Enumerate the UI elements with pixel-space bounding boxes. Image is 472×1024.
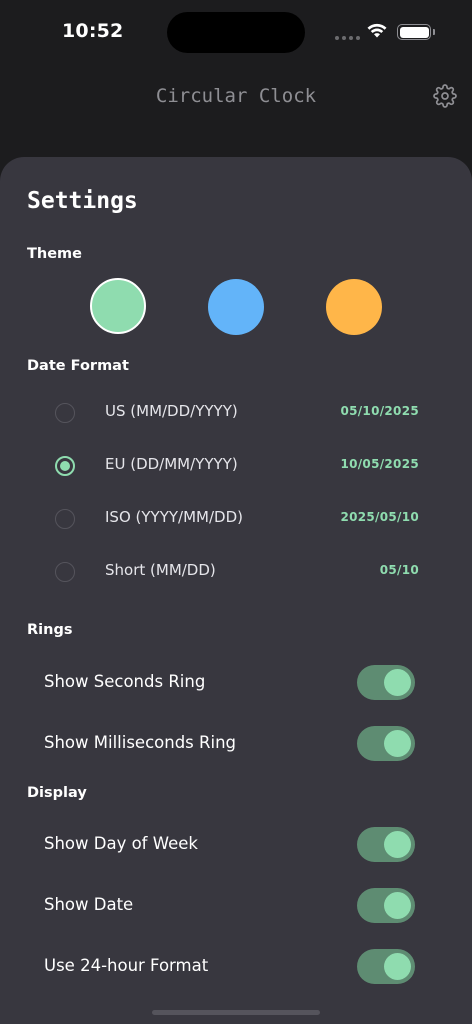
- theme-swatch-green[interactable]: [90, 278, 146, 334]
- display-section-label: Display: [27, 785, 87, 801]
- screen: 10:52 Circular Clock Settings Theme Date…: [0, 0, 472, 1024]
- theme-swatch-blue[interactable]: [208, 279, 264, 335]
- date-format-option-eu[interactable]: EU (DD/MM/YYYY) 10/05/2025: [0, 445, 472, 485]
- radio-button-selected[interactable]: [55, 456, 75, 476]
- seconds-ring-toggle[interactable]: [357, 665, 415, 700]
- 24-hour-format-toggle[interactable]: [357, 949, 415, 984]
- toggle-row-seconds-ring: Show Seconds Ring: [0, 662, 472, 702]
- wifi-icon: [367, 23, 387, 38]
- date-preview: 2025/05/10: [340, 510, 419, 524]
- toggle-row-show-date: Show Date: [0, 885, 472, 925]
- toggle-label: Show Date: [44, 895, 134, 914]
- milliseconds-ring-toggle[interactable]: [357, 726, 415, 761]
- toggle-label: Use 24-hour Format: [44, 956, 209, 975]
- radio-button[interactable]: [55, 509, 75, 529]
- toggle-knob: [384, 730, 411, 757]
- radio-label: EU (DD/MM/YYYY): [105, 455, 238, 473]
- status-time: 10:52: [62, 20, 124, 42]
- date-format-option-us[interactable]: US (MM/DD/YYYY) 05/10/2025: [0, 392, 472, 432]
- radio-button[interactable]: [55, 403, 75, 423]
- toggle-label: Show Day of Week: [44, 834, 198, 853]
- dynamic-island: [167, 12, 305, 53]
- rings-section-label: Rings: [27, 622, 73, 638]
- radio-label: ISO (YYYY/MM/DD): [105, 508, 243, 526]
- app-title: Circular Clock: [155, 85, 317, 107]
- toggle-row-day-of-week: Show Day of Week: [0, 824, 472, 864]
- battery-tip: [433, 29, 435, 35]
- toggle-row-milliseconds-ring: Show Milliseconds Ring: [0, 723, 472, 763]
- cellular-signal-icon: [335, 36, 360, 40]
- radio-label: US (MM/DD/YYYY): [105, 402, 238, 420]
- radio-label: Short (MM/DD): [105, 561, 216, 579]
- show-date-toggle[interactable]: [357, 888, 415, 923]
- toggle-label: Show Milliseconds Ring: [44, 733, 237, 752]
- day-of-week-toggle[interactable]: [357, 827, 415, 862]
- date-preview: 05/10: [379, 563, 419, 577]
- home-indicator: [152, 1010, 320, 1015]
- date-format-option-short[interactable]: Short (MM/DD) 05/10: [0, 551, 472, 591]
- date-format-option-iso[interactable]: ISO (YYYY/MM/DD) 2025/05/10: [0, 498, 472, 538]
- toggle-knob: [384, 669, 411, 696]
- date-format-section-label: Date Format: [27, 358, 129, 374]
- toggle-knob: [384, 892, 411, 919]
- toggle-label: Show Seconds Ring: [44, 672, 206, 691]
- theme-section-label: Theme: [27, 246, 82, 262]
- radio-button[interactable]: [55, 562, 75, 582]
- toggle-knob: [384, 831, 411, 858]
- theme-swatch-orange[interactable]: [326, 279, 382, 335]
- date-preview: 10/05/2025: [340, 457, 419, 471]
- toggle-row-24-hour: Use 24-hour Format: [0, 946, 472, 986]
- date-preview: 05/10/2025: [340, 404, 419, 418]
- settings-title: Settings: [27, 188, 138, 214]
- gear-icon[interactable]: [433, 84, 457, 108]
- battery-icon: [397, 24, 431, 40]
- toggle-knob: [384, 953, 411, 980]
